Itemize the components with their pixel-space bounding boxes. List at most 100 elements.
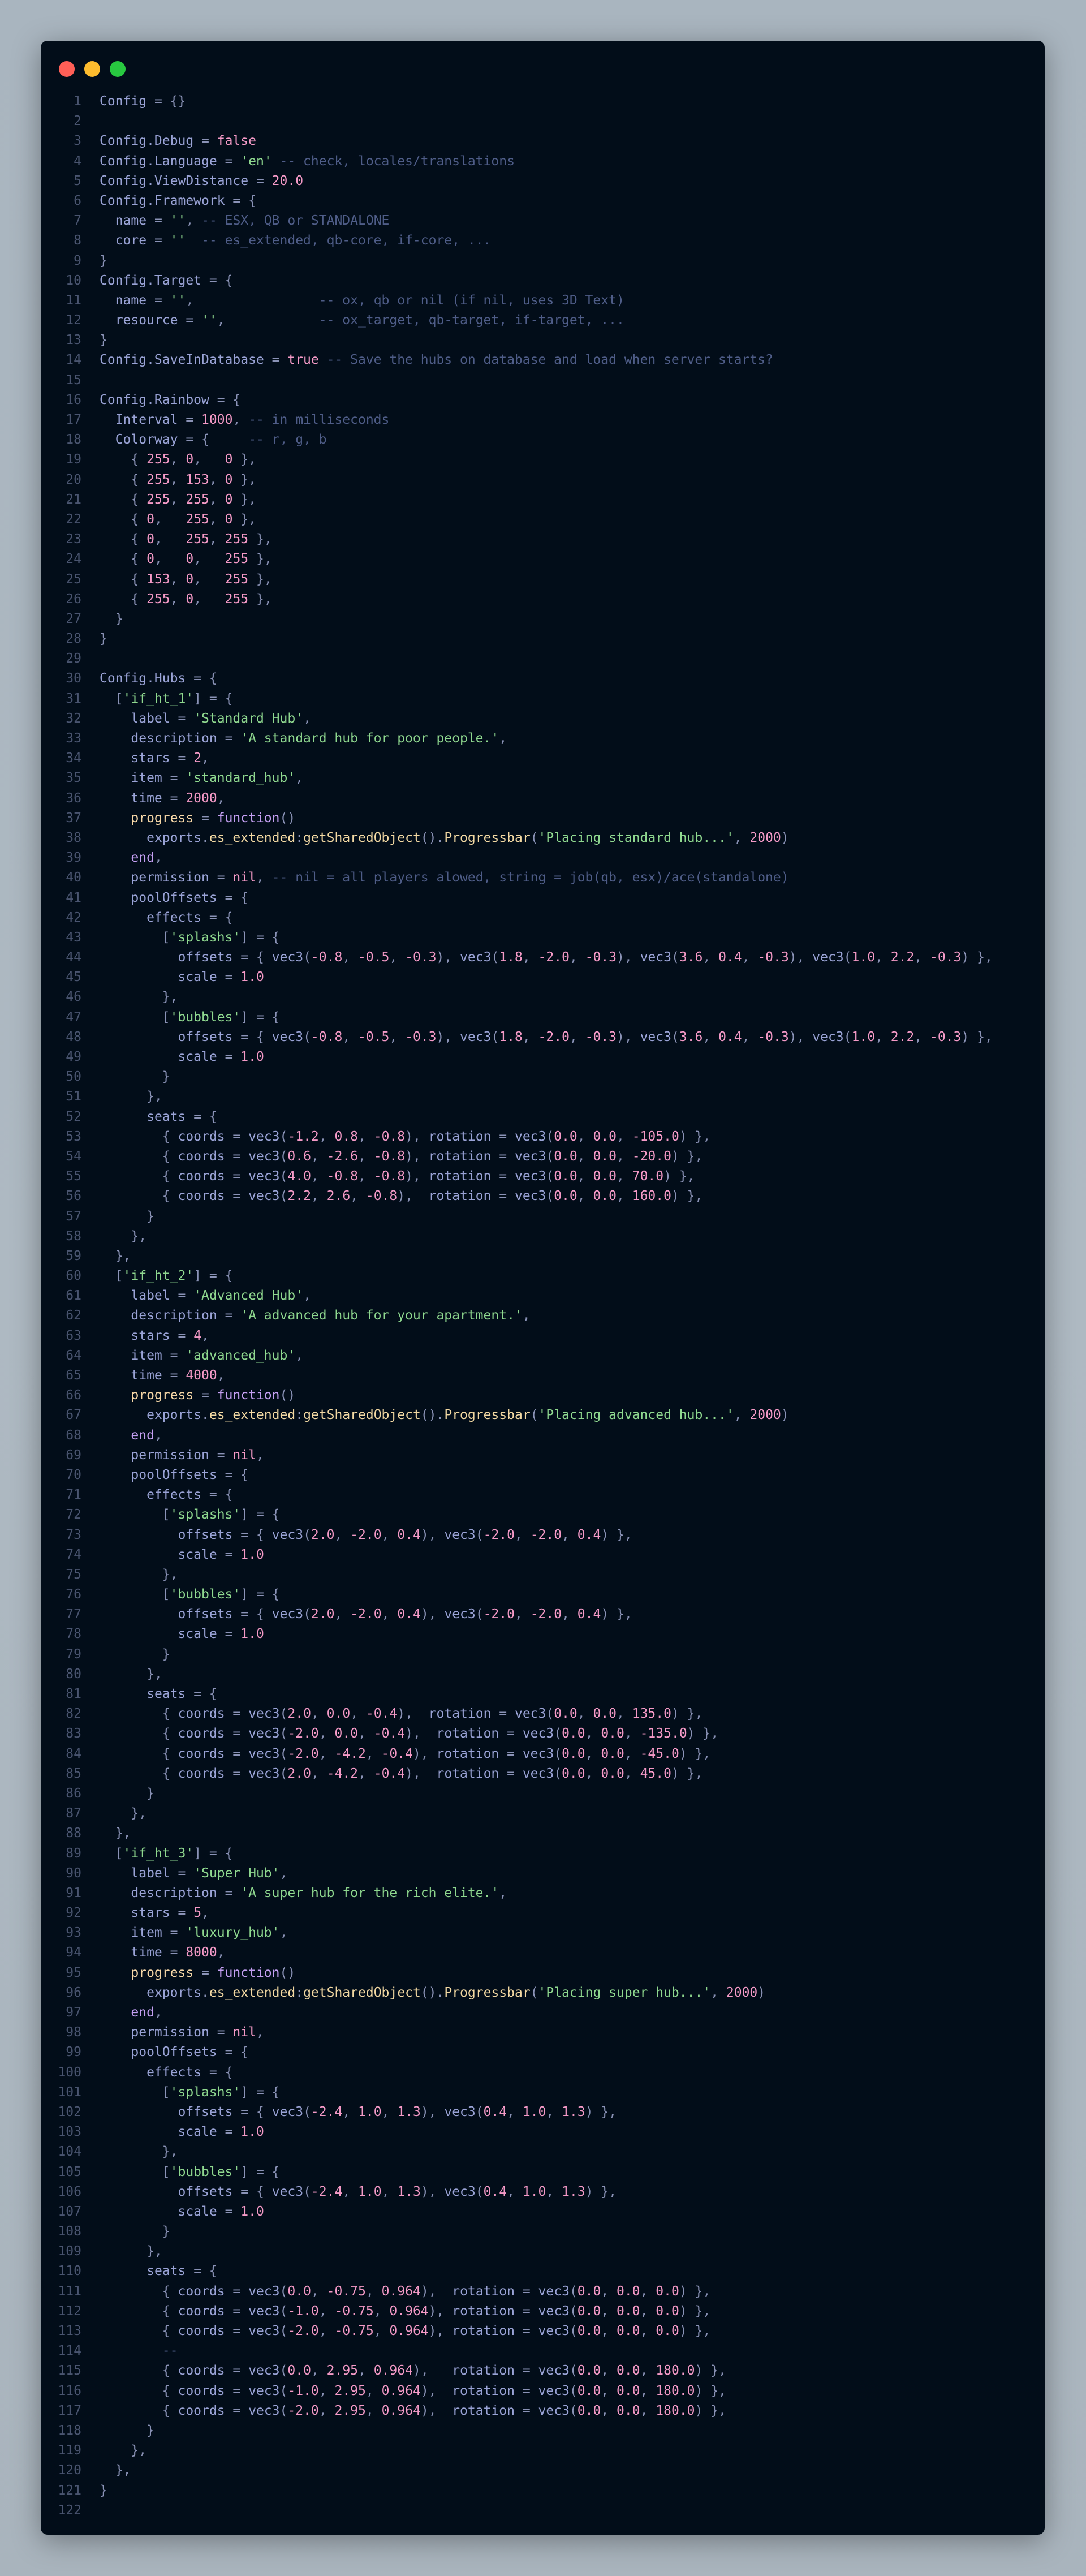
code-token: , bbox=[546, 2184, 562, 2199]
code-token: () bbox=[279, 810, 296, 825]
line-content: }, bbox=[81, 2142, 178, 2162]
line-number: 121 bbox=[58, 2483, 81, 2498]
code-token: 255 bbox=[186, 492, 209, 507]
code-token: , bbox=[358, 1149, 374, 1164]
line-content: } bbox=[81, 609, 123, 629]
code-token: 'standard_hub' bbox=[186, 771, 296, 786]
code-token: ( bbox=[530, 1985, 538, 2000]
code-token: item bbox=[131, 1925, 162, 1941]
code-token: -- es_extended, qb-core, if-core, ... bbox=[186, 233, 492, 248]
code-token: vec3 bbox=[248, 1129, 280, 1144]
code-token: ) }, bbox=[585, 2104, 617, 2119]
line-content: progress = function() bbox=[81, 1386, 295, 1405]
code-token: 0.0 bbox=[562, 1766, 585, 1781]
code-token: = bbox=[225, 1766, 249, 1781]
line-content: } bbox=[81, 629, 107, 649]
code-token: 255 bbox=[225, 571, 249, 587]
line-content: Config.Language = 'en' -- check, locales… bbox=[81, 152, 515, 171]
code-token: vec3 bbox=[272, 2104, 304, 2119]
code-token: ( bbox=[546, 1189, 554, 1204]
code-token: 0.4 bbox=[483, 2184, 507, 2199]
line-content: scale = 1.0 bbox=[81, 967, 264, 987]
code-token: -0.75 bbox=[334, 2303, 374, 2319]
code-token: = { bbox=[217, 1467, 249, 1482]
code-token: 1.0 bbox=[240, 1547, 264, 1562]
line-content: }, bbox=[81, 1665, 162, 1684]
line-number: 20 bbox=[66, 472, 81, 487]
close-button[interactable] bbox=[59, 61, 75, 77]
code-token: () bbox=[279, 1965, 296, 1980]
code-token: offsets bbox=[178, 2184, 233, 2199]
code-token: 3.6 bbox=[679, 1029, 703, 1044]
code-token: = { bbox=[225, 193, 256, 208]
line-content: Config.SaveInDatabase = true -- Save the… bbox=[81, 350, 773, 370]
code-token: rotation bbox=[428, 1189, 492, 1204]
code-token: = bbox=[514, 2383, 538, 2398]
code-token: , bbox=[318, 2403, 335, 2418]
maximize-button[interactable] bbox=[110, 61, 126, 77]
line-number: 10 bbox=[66, 273, 81, 288]
code-token: vec3 bbox=[514, 1189, 546, 1204]
code-token: ( bbox=[671, 1029, 679, 1044]
code-token: 'A advanced hub for your apartment.' bbox=[240, 1308, 523, 1323]
code-token: 0.0 bbox=[656, 2324, 679, 2338]
code-token: , bbox=[201, 1906, 209, 1921]
code-token: { bbox=[100, 2303, 178, 2319]
code-line: 39 end, bbox=[41, 848, 1045, 868]
code-line: 101 ['splashs'] = { bbox=[41, 2083, 1045, 2102]
minimize-button[interactable] bbox=[84, 61, 100, 77]
code-token: 2000 bbox=[749, 830, 781, 845]
code-token: 0 bbox=[186, 452, 194, 467]
line-content: permission = nil, bbox=[81, 2023, 264, 2042]
code-token: ( bbox=[303, 2184, 311, 2199]
code-token: , bbox=[601, 2403, 617, 2418]
code-token: = bbox=[209, 870, 233, 885]
code-token: coords bbox=[178, 1746, 225, 1761]
code-token: -2.0 bbox=[530, 1607, 562, 1622]
code-token: 0.0 bbox=[554, 1149, 578, 1164]
code-token: , bbox=[569, 950, 585, 965]
code-token: }, bbox=[232, 492, 256, 507]
code-line: 117 { coords = vec3(-2.0, 2.95, 0.964), … bbox=[41, 2401, 1045, 2421]
code-token: , bbox=[875, 1029, 891, 1044]
code-token: { bbox=[100, 1169, 178, 1184]
code-token: { bbox=[100, 2283, 178, 2299]
line-number: 26 bbox=[66, 591, 81, 607]
code-token: } bbox=[100, 1209, 154, 1224]
line-number: 38 bbox=[66, 830, 81, 845]
line-content: }, bbox=[81, 2441, 146, 2461]
code-line: 99 poolOffsets = { bbox=[41, 2042, 1045, 2062]
line-number: 50 bbox=[66, 1069, 81, 1085]
code-token: vec3 bbox=[248, 2303, 280, 2319]
code-line: 4 Config.Language = 'en' -- check, locale… bbox=[41, 152, 1045, 171]
code-token: vec3 bbox=[248, 2283, 280, 2299]
code-line: 6 Config.Framework = { bbox=[41, 191, 1045, 211]
line-number: 6 bbox=[74, 193, 81, 208]
code-token: }, bbox=[232, 472, 256, 487]
line-number: 35 bbox=[66, 771, 81, 786]
code-token: , bbox=[562, 1607, 578, 1622]
code-token: -2.0 bbox=[287, 2403, 319, 2418]
line-content: }, bbox=[81, 1824, 131, 1843]
code-token: coords bbox=[178, 1169, 225, 1184]
code-token: Config.ViewDistance bbox=[100, 173, 249, 188]
line-content: { coords = vec3(-1.0, -0.75, 0.964), rot… bbox=[81, 2302, 710, 2321]
line-number: 120 bbox=[58, 2463, 81, 2478]
code-token: 255 bbox=[146, 591, 170, 607]
code-token: ( bbox=[530, 1408, 538, 1423]
code-token: , bbox=[256, 1447, 264, 1463]
code-token: name bbox=[115, 213, 147, 229]
code-token: -2.0 bbox=[287, 1746, 319, 1761]
code-token: , bbox=[617, 1129, 632, 1144]
line-content: offsets = { vec3(-2.4, 1.0, 1.3), vec3(0… bbox=[81, 2102, 617, 2122]
code-token: , bbox=[389, 1029, 406, 1044]
code-line: 57 } bbox=[41, 1207, 1045, 1227]
line-number: 119 bbox=[58, 2443, 81, 2458]
code-token: ), bbox=[617, 950, 640, 965]
